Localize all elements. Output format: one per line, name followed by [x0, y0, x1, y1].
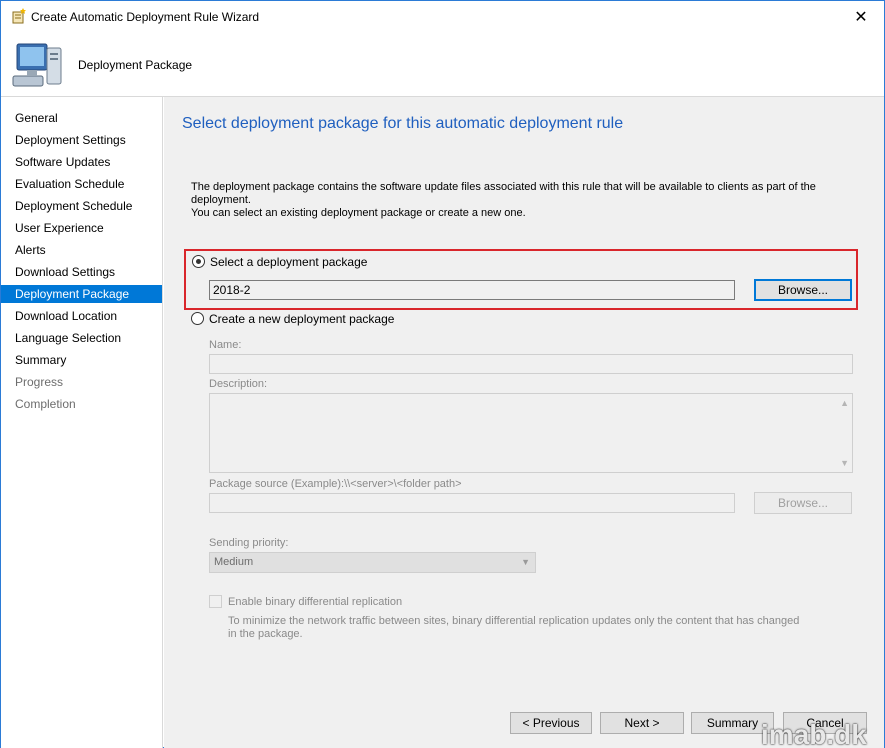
close-button[interactable]: ✕ — [838, 1, 884, 32]
description-line-2: You can select an existing deployment pa… — [191, 207, 526, 219]
create-package-radio[interactable] — [191, 312, 204, 325]
wizard-window: Create Automatic Deployment Rule Wizard … — [0, 0, 885, 748]
wizard-steps: General Deployment Settings Software Upd… — [1, 97, 163, 748]
content-heading: Select deployment package for this autom… — [182, 115, 624, 132]
browse-source-button: Browse... — [754, 492, 852, 514]
new-package-name-input — [209, 354, 853, 374]
binary-replication-help-1: To minimize the network traffic between … — [228, 615, 800, 627]
create-package-label[interactable]: Create a new deployment package — [209, 312, 394, 326]
step-alerts[interactable]: Alerts — [1, 241, 162, 259]
chevron-down-icon: ▼ — [521, 557, 530, 567]
sending-priority-select: Medium ▼ — [209, 552, 536, 573]
step-user-experience[interactable]: User Experience — [1, 219, 162, 237]
package-name-field[interactable]: 2018-2 — [209, 280, 735, 300]
step-deployment-schedule[interactable]: Deployment Schedule — [1, 197, 162, 215]
window-title: Create Automatic Deployment Rule Wizard — [31, 10, 260, 24]
step-download-location[interactable]: Download Location — [1, 307, 162, 325]
computer-icon — [12, 43, 62, 87]
scroll-up-icon: ▲ — [840, 398, 849, 408]
step-deployment-package[interactable]: Deployment Package — [1, 285, 162, 303]
binary-replication-checkbox — [209, 595, 222, 608]
binary-replication-label: Enable binary differential replication — [228, 596, 403, 608]
page-title: Deployment Package — [78, 58, 193, 72]
step-language-selection[interactable]: Language Selection — [1, 329, 162, 347]
description-label: Description: — [209, 378, 268, 390]
step-deployment-settings[interactable]: Deployment Settings — [1, 131, 162, 149]
close-icon: ✕ — [854, 8, 868, 26]
step-progress: Progress — [15, 375, 64, 389]
package-source-label: Package source (Example):\\<server>\<fol… — [209, 478, 462, 490]
step-summary[interactable]: Summary — [1, 351, 162, 369]
step-general[interactable]: General — [1, 109, 162, 127]
package-source-input — [209, 493, 735, 513]
previous-button[interactable]: < Previous — [510, 712, 592, 734]
description-text: The deployment package contains the soft… — [191, 181, 871, 220]
title-bar: Create Automatic Deployment Rule Wizard … — [1, 1, 884, 32]
wizard-content: Select deployment package for this autom… — [164, 97, 884, 748]
browse-package-button[interactable]: Browse... — [754, 279, 852, 301]
new-package-description-input: ▲ ▼ — [209, 393, 853, 473]
step-download-settings[interactable]: Download Settings — [1, 263, 162, 281]
step-software-updates[interactable]: Software Updates — [1, 153, 162, 171]
description-line-1: The deployment package contains the soft… — [191, 181, 816, 206]
sending-priority-value: Medium — [214, 556, 254, 568]
binary-replication-help-2: in the package. — [228, 628, 303, 640]
step-evaluation-schedule[interactable]: Evaluation Schedule — [1, 175, 162, 193]
scroll-down-icon: ▼ — [840, 458, 849, 468]
name-label: Name: — [209, 339, 242, 351]
watermark: imab.dk — [761, 719, 867, 748]
select-package-radio[interactable] — [192, 255, 205, 268]
sending-priority-label: Sending priority: — [209, 537, 289, 549]
select-package-label[interactable]: Select a deployment package — [210, 255, 367, 269]
wizard-icon — [12, 8, 26, 24]
step-completion: Completion — [15, 397, 76, 411]
next-button[interactable]: Next > — [600, 712, 684, 734]
wizard-header: Deployment Package — [1, 32, 884, 97]
